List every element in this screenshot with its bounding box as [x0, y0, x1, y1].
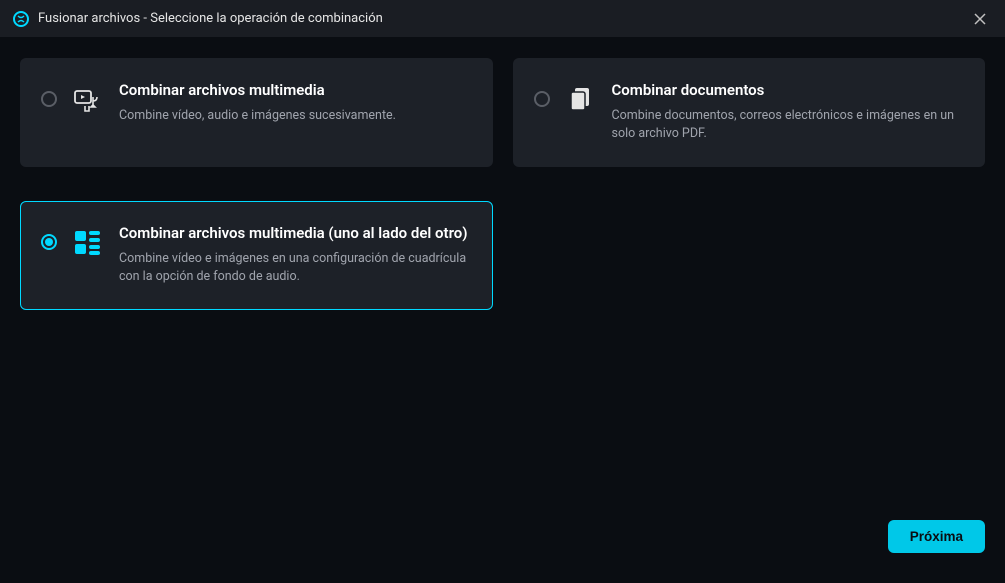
- multimedia-icon: [73, 85, 103, 115]
- card-title: Combinar archivos multimedia (uno al lad…: [119, 224, 472, 244]
- close-icon: [974, 13, 986, 25]
- app-logo-icon: [12, 10, 30, 28]
- options-grid: Combinar archivos multimedia Combine víd…: [20, 58, 985, 310]
- title-left: Fusionar archivos - Seleccione la operac…: [12, 10, 383, 28]
- radio-multimedia[interactable]: [41, 91, 57, 107]
- card-content: Combinar documentos Combine documentos, …: [612, 81, 965, 144]
- window-title: Fusionar archivos - Seleccione la operac…: [38, 11, 383, 26]
- grid-icon: [73, 228, 103, 258]
- documents-icon: [566, 85, 596, 115]
- card-content: Combinar archivos multimedia (uno al lad…: [119, 224, 472, 287]
- card-desc: Combine documentos, correos electrónicos…: [612, 107, 965, 145]
- content-area: Combinar archivos multimedia Combine víd…: [0, 38, 1005, 583]
- title-bar: Fusionar archivos - Seleccione la operac…: [0, 0, 1005, 38]
- card-title: Combinar archivos multimedia: [119, 81, 472, 101]
- card-desc: Combine vídeo e imágenes en una configur…: [119, 250, 472, 288]
- card-title: Combinar documentos: [612, 81, 965, 101]
- option-sidebyside[interactable]: Combinar archivos multimedia (uno al lad…: [20, 201, 493, 310]
- radio-sidebyside[interactable]: [41, 234, 57, 250]
- option-documents[interactable]: Combinar documentos Combine documentos, …: [513, 58, 986, 167]
- close-button[interactable]: [967, 6, 993, 32]
- footer: Próxima: [20, 520, 985, 563]
- radio-documents[interactable]: [534, 91, 550, 107]
- option-multimedia[interactable]: Combinar archivos multimedia Combine víd…: [20, 58, 493, 167]
- card-desc: Combine vídeo, audio e imágenes sucesiva…: [119, 107, 472, 126]
- card-content: Combinar archivos multimedia Combine víd…: [119, 81, 472, 125]
- next-button[interactable]: Próxima: [888, 520, 985, 553]
